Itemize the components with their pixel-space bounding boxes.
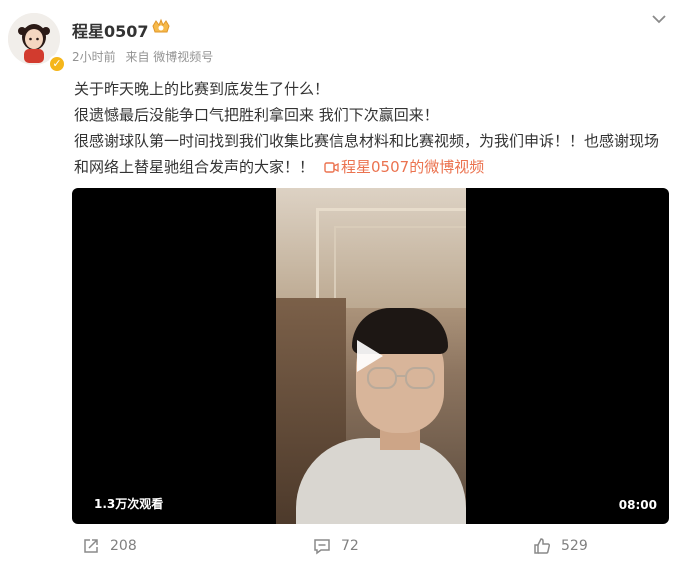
share-icon	[84, 539, 98, 553]
like-button[interactable]: 529	[533, 537, 588, 555]
fan-badge-icon[interactable]	[150, 18, 172, 40]
comment-button[interactable]: 72	[313, 537, 359, 555]
view-count: 1.3万次观看	[94, 497, 164, 511]
post-line-2: 很遗憾最后没能争口气把胜利拿回来 我们下次赢回来！	[74, 106, 439, 124]
post-line-3: 很感谢球队第一时间找到我们收集比赛信息材料和比赛视频，为我们申诉！！也感谢现场和…	[74, 128, 670, 182]
video-link[interactable]: 程星0507的微博视频	[314, 158, 484, 176]
play-icon[interactable]	[347, 336, 387, 376]
post-meta: 2小时前 来自 微博视频号	[72, 48, 219, 65]
avatar[interactable]: ✓	[8, 13, 66, 73]
comment-count: 72	[341, 538, 359, 554]
share-count: 208	[110, 538, 137, 554]
video-link-icon	[324, 156, 339, 182]
comment-icon	[314, 539, 330, 555]
post-line-1: 关于昨天晚上的比赛到底发生了什么！	[74, 80, 330, 98]
video-duration: 08:00	[618, 498, 657, 512]
post-content: 关于昨天晚上的比赛到底发生了什么！ 很遗憾最后没能争口气把胜利拿回来 我们下次赢…	[74, 76, 670, 182]
like-count: 529	[561, 538, 588, 554]
video-player[interactable]: 1.3万次观看 08:00	[72, 188, 669, 524]
action-bar: 208 72 529	[0, 530, 685, 564]
share-button[interactable]: 208	[82, 537, 137, 555]
like-icon	[534, 538, 551, 554]
video-link-label: 程星0507的微博视频	[341, 158, 485, 176]
post-time[interactable]: 2小时前	[72, 50, 116, 64]
post-source[interactable]: 来自 微博视频号	[125, 50, 213, 64]
chevron-down-icon[interactable]	[651, 11, 667, 30]
verified-badge-icon: ✓	[48, 55, 66, 73]
username[interactable]: 程星0507	[72, 18, 149, 42]
